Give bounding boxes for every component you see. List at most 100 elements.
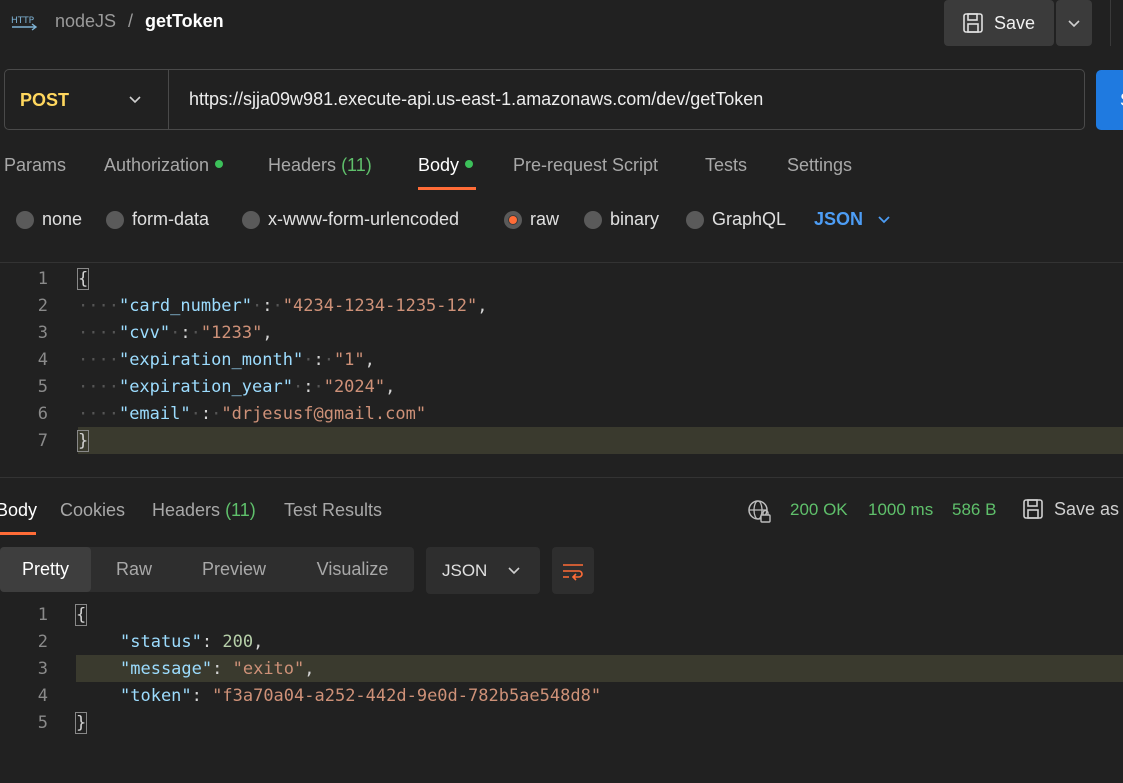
- save-as-example-button[interactable]: Save as: [1022, 498, 1119, 520]
- radio-icon: [242, 210, 260, 229]
- radio-raw[interactable]: raw: [504, 209, 559, 230]
- json-comma: ,: [364, 349, 375, 370]
- tab-settings[interactable]: Settings: [787, 155, 852, 176]
- radio-form-data[interactable]: form-data: [106, 209, 209, 230]
- radio-icon: [686, 210, 704, 229]
- breadcrumb-separator: /: [128, 11, 134, 31]
- view-raw[interactable]: Raw: [91, 547, 177, 592]
- response-tab-cookies[interactable]: Cookies: [60, 500, 125, 521]
- response-tab-test-results[interactable]: Test Results: [284, 500, 382, 521]
- json-value: "4234-1234-1235-12": [282, 295, 478, 316]
- code-line: 5 }: [0, 709, 1123, 736]
- code-line: 5 ····"expiration_year"·:·"2024",: [0, 373, 1123, 400]
- code-line: 7 }: [0, 427, 1123, 454]
- line-number: 5: [37, 376, 48, 397]
- save-as-label: Save as: [1054, 498, 1120, 519]
- tab-label: Body: [418, 155, 460, 175]
- json-value: "f3a70a04-a252-442d-9e0d-782b5ae548d8": [212, 685, 602, 706]
- radio-icon: [16, 210, 34, 229]
- code-line: 2 ····"card_number"·:·"4234-1234-1235-12…: [0, 292, 1123, 319]
- current-line-highlight: [78, 427, 1123, 454]
- radio-label: form-data: [132, 209, 210, 229]
- chevron-down-icon: [1068, 20, 1080, 28]
- json-comma: ,: [385, 376, 396, 397]
- line-number: 1: [37, 268, 48, 289]
- view-visualize[interactable]: Visualize: [291, 547, 414, 592]
- line-number: 4: [37, 349, 48, 370]
- view-pretty[interactable]: Pretty: [0, 547, 91, 592]
- url-input[interactable]: https://sjja09w981.execute-api.us-east-1…: [189, 89, 763, 110]
- code-line: 3 "message": "exito",: [0, 655, 1123, 682]
- radio-label: raw: [530, 209, 560, 229]
- code-brace: }: [76, 429, 90, 452]
- json-comma: ,: [262, 322, 273, 343]
- code-line: 3 ····"cvv"·:·"1233",: [0, 319, 1123, 346]
- radio-label: GraphQL: [712, 209, 787, 229]
- tab-headers[interactable]: Headers (11): [268, 155, 372, 176]
- radio-label: x-www-form-urlencoded: [268, 209, 460, 229]
- code-brace: {: [74, 603, 88, 626]
- wrap-lines-button[interactable]: [552, 547, 594, 594]
- json-comma: ,: [477, 295, 488, 316]
- chevron-down-icon[interactable]: [126, 90, 144, 108]
- divider: [0, 262, 1123, 263]
- json-key: "card_number": [118, 295, 253, 316]
- tab-label: Headers: [268, 155, 337, 175]
- radio-binary[interactable]: binary: [584, 209, 659, 230]
- radio-none[interactable]: none: [16, 209, 82, 230]
- active-tab-indicator: [418, 187, 476, 190]
- response-status[interactable]: 200 OK: [790, 500, 848, 520]
- svg-text:HTTP: HTTP: [11, 16, 35, 26]
- json-key: "status": [120, 631, 202, 652]
- status-dot: [215, 160, 224, 169]
- response-tab-headers[interactable]: Headers (11): [152, 500, 256, 521]
- line-number: 2: [37, 295, 48, 316]
- tab-prerequest-script[interactable]: Pre-request Script: [513, 155, 658, 176]
- divider: [168, 70, 169, 129]
- divider: [1110, 0, 1111, 46]
- send-button[interactable]: S: [1096, 70, 1123, 130]
- tab-tests[interactable]: Tests: [705, 155, 747, 176]
- code-text: "message": "exito",: [120, 658, 315, 679]
- response-size[interactable]: 586 B: [952, 500, 996, 520]
- code-text: ····"expiration_year"·:·"2024",: [78, 376, 396, 397]
- save-icon: [963, 13, 983, 33]
- json-value: "exito": [232, 658, 305, 679]
- view-preview[interactable]: Preview: [177, 547, 291, 592]
- radio-label: binary: [610, 209, 660, 229]
- radio-graphql[interactable]: GraphQL: [686, 209, 786, 230]
- tab-label: Headers: [152, 500, 221, 520]
- response-time[interactable]: 1000 ms: [868, 500, 933, 520]
- headers-count: (11): [341, 155, 372, 175]
- code-line: 1 {: [0, 601, 1123, 628]
- status-dot: [465, 160, 474, 169]
- code-line: 4 "token": "f3a70a04-a252-442d-9e0d-782b…: [0, 682, 1123, 709]
- tab-authorization[interactable]: Authorization: [104, 155, 224, 176]
- code-text: "status": 200,: [120, 631, 264, 652]
- breadcrumb-parent[interactable]: nodeJS: [55, 11, 116, 32]
- page-title[interactable]: getToken: [145, 11, 224, 32]
- radio-urlencoded[interactable]: x-www-form-urlencoded: [242, 209, 459, 230]
- method-select[interactable]: POST: [20, 90, 69, 111]
- line-number: 3: [37, 322, 48, 343]
- json-value: "2024": [323, 376, 386, 397]
- code-line: 4 ····"expiration_month"·:·"1",: [0, 346, 1123, 373]
- response-tab-body[interactable]: Body: [0, 500, 37, 521]
- code-text: ····"card_number"·:·"4234-1234-1235-12",: [78, 295, 488, 316]
- save-dropdown-button[interactable]: [1056, 0, 1092, 46]
- line-number: 5: [37, 712, 48, 733]
- radio-selected-icon: [504, 210, 522, 229]
- body-language-select[interactable]: JSON: [814, 209, 891, 230]
- line-number: 6: [37, 403, 48, 424]
- save-icon: [1023, 499, 1043, 519]
- line-number: 3: [37, 658, 48, 679]
- save-label: Save: [994, 12, 1036, 33]
- divider: [0, 477, 1123, 478]
- response-format-select[interactable]: JSON: [426, 547, 540, 594]
- json-key: "email": [118, 403, 191, 424]
- tab-params[interactable]: Params: [4, 155, 66, 176]
- globe-lock-icon[interactable]: [747, 499, 773, 525]
- headers-count: (11): [225, 500, 256, 520]
- save-button[interactable]: Save: [944, 0, 1054, 46]
- tab-body[interactable]: Body: [418, 155, 474, 176]
